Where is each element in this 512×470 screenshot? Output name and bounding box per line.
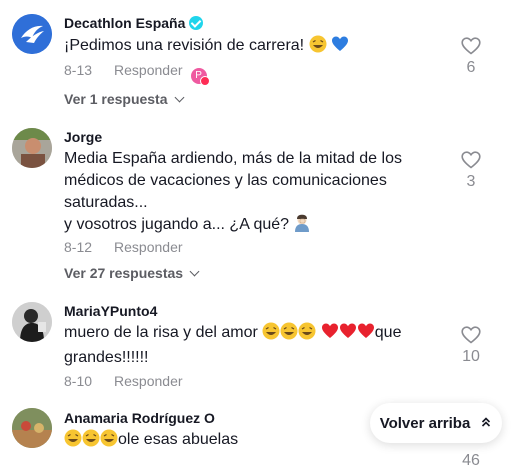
comment-date: 8-12 [64,239,93,255]
chevron-down-icon [189,266,200,277]
like-count: 46 [462,452,480,469]
view-replies-label: Ver 1 respuesta [64,91,168,107]
comment-username[interactable]: Decathlon España [64,15,185,31]
laughing-emoji-icon [100,429,118,454]
laughing-emoji-icon [82,429,100,454]
avatar[interactable] [12,14,52,54]
comment-line: grandes!!!!!! [64,349,149,366]
laughing-emoji-icon [309,35,327,60]
comment-line: que [374,324,402,341]
comment-username[interactable]: Anamaria Rodríguez O [64,410,215,426]
like-count: 3 [466,173,476,190]
heart-outline-icon[interactable] [456,151,486,169]
view-replies-button[interactable]: Ver 27 respuestas [64,265,200,281]
like-count: 6 [466,59,476,76]
comment-line: Media España ardiendo, más de la mitad d… [64,150,402,167]
avatar[interactable] [12,408,52,448]
reply-button[interactable]: Responder [114,239,183,255]
comment-text: Media España ardiendo, más de la mitad d… [64,148,444,239]
laughing-emoji-icon [262,322,280,347]
laughing-emoji-icon [280,322,298,347]
comment-text: muero de la risa y del amor que grandes!… [64,322,444,369]
comment-date: 8-10 [64,373,93,389]
double-chevron-up-icon [480,415,492,432]
laughing-emoji-icon [298,322,316,347]
view-replies-button[interactable]: Ver 1 respuesta [64,91,184,107]
laughing-emoji-icon [64,429,82,454]
comment-line: y vosotros jugando a... ¿A qué? [64,216,290,233]
comment-line: médicos de vacaciones y las comunicacion… [64,172,387,189]
heart-outline-icon[interactable] [456,37,486,55]
comment-date: 8-13 [64,62,93,78]
avatar[interactable] [12,128,52,168]
back-to-top-label: Volver arriba [379,414,471,432]
chevron-down-icon [174,92,184,103]
comment-line: saturadas... [64,194,148,211]
like-count: 10 [462,348,480,365]
reply-button[interactable]: Responder [114,62,183,78]
heart-outline-icon[interactable] [456,326,486,344]
comment-text: ¡Pedimos una revisión de carrera! [64,35,444,60]
person-facepalming-emoji-icon [293,214,311,239]
verified-badge-icon [189,16,204,30]
red-heart-icon [339,322,357,347]
blue-heart-icon [331,35,349,60]
comment-line: ole esas abuelas [118,431,239,448]
comment-username[interactable]: Jorge [64,129,102,145]
comment-line: muero de la risa y del amor [64,324,258,341]
view-replies-label: Ver 27 respuestas [64,265,184,281]
creator-liked-badge: P [190,68,210,86]
back-to-top-button[interactable]: Volver arriba [370,403,502,443]
comment-line: ¡Pedimos una revisión de carrera! [64,37,305,54]
reply-button[interactable]: Responder [114,373,183,389]
red-heart-icon [357,322,375,347]
avatar[interactable] [12,302,52,342]
comment-username[interactable]: MariaYPunto4 [64,303,157,319]
red-heart-icon [321,322,339,347]
